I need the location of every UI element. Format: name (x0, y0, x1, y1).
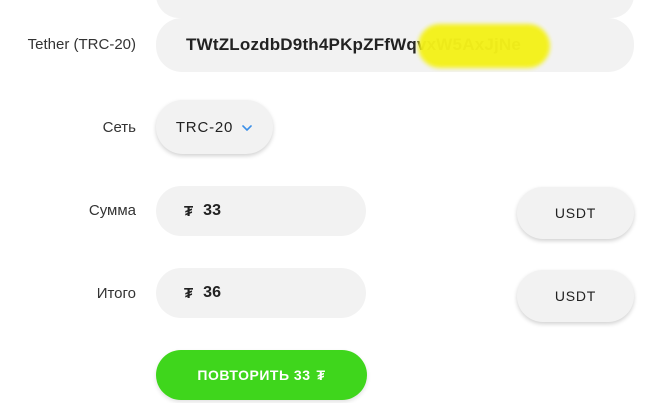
total-label: Итого (96, 285, 136, 302)
amount-label: Сумма (88, 202, 136, 219)
repeat-button-label: ПОВТОРИТЬ 33 (197, 367, 311, 383)
network-select[interactable]: TRC-20 (156, 100, 273, 154)
address-label: Tether (TRC-20) (27, 36, 136, 53)
amount-currency-button[interactable]: USDT (517, 187, 634, 239)
amount-input[interactable]: ₮ 33 (156, 186, 366, 236)
amount-value: 33 (203, 202, 221, 219)
tether-symbol-icon: ₮ (184, 202, 194, 220)
tether-symbol-icon: ₮ (184, 284, 194, 302)
previous-field[interactable] (156, 0, 634, 18)
address-redaction-highlight (418, 24, 550, 68)
network-label: Сеть (102, 119, 136, 136)
total-currency-button[interactable]: USDT (517, 270, 634, 322)
wallet-address-field[interactable]: TWtZLozdbD9th4PKpZFfWqvxW5AxJjNe (156, 18, 634, 72)
total-value: 36 (203, 284, 221, 301)
chevron-down-icon (241, 121, 253, 133)
total-field[interactable]: ₮ 36 (156, 268, 366, 318)
tether-symbol-icon: ₮ (316, 367, 326, 383)
network-value: TRC-20 (175, 118, 234, 136)
repeat-payment-button[interactable]: ПОВТОРИТЬ 33 ₮ (156, 350, 367, 400)
